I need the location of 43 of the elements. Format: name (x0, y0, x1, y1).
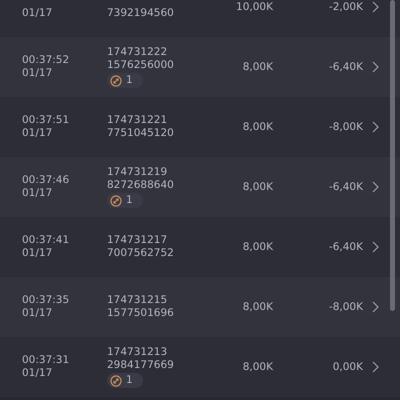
order-amount: 8,00K (242, 121, 273, 133)
order-date: 01/17 (22, 307, 54, 320)
order-amount: 8,00K (242, 361, 273, 373)
order-time: 00:37:52 (22, 54, 70, 67)
order-pnl: -8,00K (328, 121, 363, 133)
order-pnl: -6,40K (328, 61, 363, 73)
order-pnl: -6,40K (328, 241, 363, 253)
order-time: 00:37:35 (22, 294, 70, 307)
order-date: 01/17 (22, 367, 54, 380)
count-badge: 1 (107, 373, 143, 388)
order-date: 01/17 (22, 67, 54, 80)
order-number: 7007562752 (107, 247, 175, 260)
order-pnl: 0,00K (332, 361, 363, 373)
order-id: 174731221 (107, 114, 168, 127)
order-id: 174731213 (107, 346, 168, 359)
order-time: 00:37:31 (22, 354, 70, 367)
order-number: 2984177669 (107, 359, 175, 372)
order-pnl: -8,00K (328, 301, 363, 313)
order-amount: 10,00K (235, 1, 273, 13)
order-pnl: -2,00K (328, 1, 363, 13)
order-time: 00:37:41 (22, 234, 70, 247)
order-date: 01/17 (22, 187, 54, 200)
order-date: 01/17 (22, 127, 54, 140)
order-number: 7392194560 (107, 7, 175, 20)
order-time: 00:37:46 (22, 174, 70, 187)
count-badge: 1 (107, 73, 143, 88)
order-amount: 8,00K (242, 241, 273, 253)
order-amount: 8,00K (242, 61, 273, 73)
order-number: 1576256000 (107, 59, 175, 72)
order-amount: 8,00K (242, 181, 273, 193)
order-id: 174731222 (107, 46, 168, 59)
order-number: 1577501696 (107, 307, 175, 320)
order-amount: 8,00K (242, 301, 273, 313)
order-date: 01/17 (22, 247, 54, 260)
order-id: 174731217 (107, 234, 168, 247)
order-number: 7751045120 (107, 127, 175, 140)
count-badge: 1 (107, 193, 143, 208)
order-number: 8272688640 (107, 179, 175, 192)
order-date: 01/17 (22, 7, 54, 20)
order-id: 174731219 (107, 166, 168, 179)
order-id: 174731215 (107, 294, 168, 307)
order-pnl: -6,40K (328, 181, 363, 193)
order-time: 00:37:51 (22, 114, 70, 127)
